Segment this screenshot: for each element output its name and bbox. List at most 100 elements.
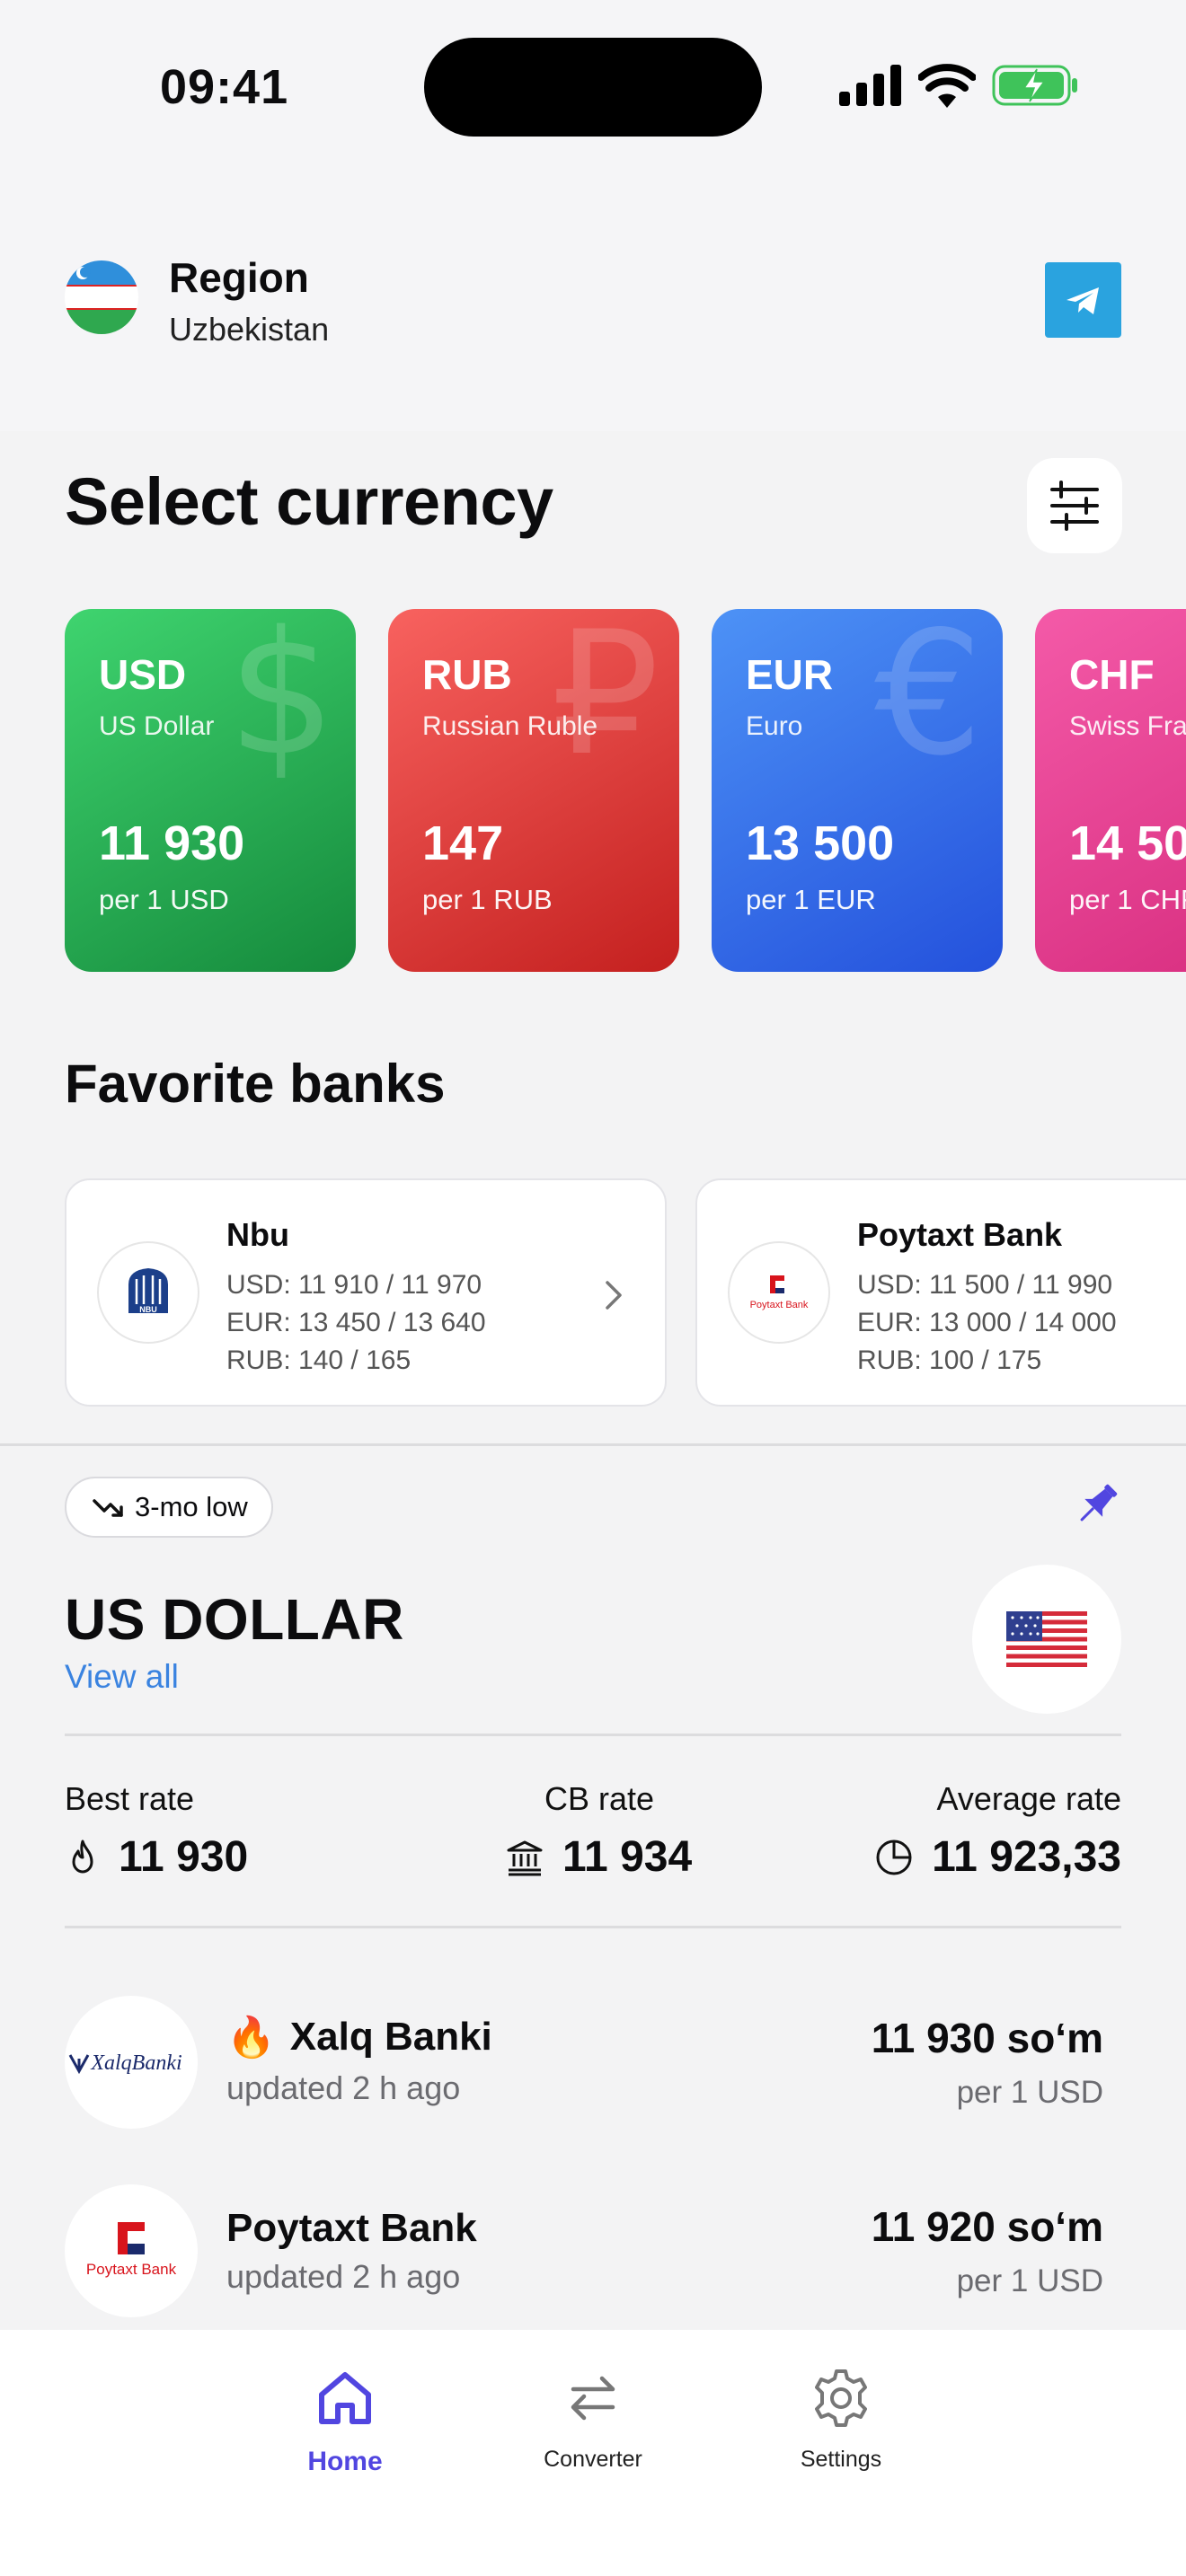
currency-name: US Dollar: [99, 711, 215, 741]
currency-rate: 14 500: [1069, 816, 1186, 870]
currency-name: Russian Ruble: [422, 711, 598, 741]
svg-text:Poytaxt Bank: Poytaxt Bank: [86, 2261, 177, 2278]
bank-rate-per: per 1 USD: [956, 2075, 1103, 2110]
euro-symbol-icon: €: [874, 609, 983, 793]
currency-per: per 1 CHF: [1069, 884, 1186, 915]
bank-row-name[interactable]: 🔥 Xalq Banki: [226, 2014, 492, 2060]
bank-building-icon: [507, 1840, 543, 1875]
trend-badge: 3-mo low: [65, 1477, 273, 1538]
bank-name: Xalq Banki: [289, 2015, 492, 2059]
cb-rate-number: 11 934: [562, 1833, 693, 1881]
best-rate-number: 11 930: [119, 1833, 249, 1881]
bank-updated: updated 2 h ago: [226, 2258, 461, 2295]
poytaxt-bank-logo: Poytaxt Bank: [728, 1241, 830, 1344]
best-rate-label: Best rate: [65, 1780, 195, 1817]
currency-code: RUB: [422, 651, 512, 698]
tab-settings[interactable]: Settings: [751, 2366, 931, 2492]
svg-text:XalqBanki: XalqBanki: [90, 2051, 181, 2075]
fire-icon: 🔥: [226, 2016, 276, 2060]
svg-text:NBU: NBU: [139, 1305, 157, 1314]
nbu-logo: NBU: [97, 1241, 199, 1344]
currency-per: per 1 EUR: [746, 884, 876, 915]
ruble-symbol-icon: ₽: [551, 609, 659, 793]
chevron-right-icon[interactable]: [604, 1277, 625, 1313]
swap-arrows-icon: [571, 2376, 615, 2421]
tab-bar: Home Converter Settings: [0, 2330, 1186, 2576]
currency-per: per 1 USD: [99, 884, 229, 915]
cb-rate-value: 11 934: [505, 1832, 692, 1882]
trend-down-icon: [93, 1499, 123, 1517]
region-value[interactable]: Uzbekistan: [169, 311, 329, 348]
favorite-bank-card-poytaxt[interactable]: Poytaxt Bank Poytaxt Bank USD: 11 500 / …: [695, 1178, 1186, 1407]
bank-updated: updated 2 h ago: [226, 2069, 461, 2106]
currency-section-title: US DOLLAR: [65, 1587, 404, 1652]
telegram-button[interactable]: [1045, 262, 1121, 338]
average-rate-label: Average rate: [936, 1780, 1121, 1817]
cellular-signal-icon: [839, 65, 901, 106]
wifi-icon: [918, 64, 976, 108]
svg-text:Poytaxt Bank: Poytaxt Bank: [750, 1300, 809, 1310]
region-label[interactable]: Region: [169, 253, 309, 302]
sliders-icon: [1050, 481, 1099, 531]
favorites-title: Favorite banks: [65, 1054, 446, 1114]
bank-eur-rate: EUR: 13 000 / 14 000: [857, 1308, 1117, 1337]
currency-rate: 13 500: [746, 816, 895, 870]
dynamic-island: [424, 38, 762, 137]
currency-card-rub[interactable]: ₽ RUB Russian Ruble 147 per 1 RUB: [388, 609, 679, 972]
region-header: Region Uzbekistan: [0, 171, 1186, 431]
filter-button[interactable]: [1027, 458, 1122, 553]
status-time: 09:41: [160, 60, 289, 114]
trend-badge-label: 3-mo low: [135, 1491, 248, 1522]
average-rate-value: 11 923,33: [874, 1832, 1121, 1882]
view-all-link[interactable]: View all: [65, 1658, 179, 1696]
bank-rub-rate: RUB: 140 / 165: [226, 1345, 412, 1375]
bank-rub-rate: RUB: 100 / 175: [857, 1345, 1042, 1375]
bank-eur-rate: EUR: 13 450 / 13 640: [226, 1308, 486, 1337]
favorite-banks-carousel[interactable]: NBU Nbu USD: 11 910 / 11 970 EUR: 13 450…: [0, 1178, 1186, 1408]
bank-row-name[interactable]: Poytaxt Bank: [226, 2206, 477, 2251]
currency-code: USD: [99, 651, 187, 698]
bank-usd-rate: USD: 11 500 / 11 990: [857, 1270, 1113, 1300]
tab-home-label: Home: [307, 2447, 383, 2476]
dollar-symbol-icon: $: [227, 609, 336, 793]
gear-icon: [815, 2369, 867, 2427]
currency-rate: 147: [422, 816, 504, 870]
best-rate-value: 11 930: [65, 1832, 248, 1882]
bank-name: Nbu: [226, 1216, 289, 1253]
battery-charging-icon: [992, 65, 1077, 106]
bank-name: Poytaxt Bank: [226, 2206, 477, 2250]
currency-card-usd[interactable]: $ USD US Dollar 11 930 per 1 USD: [65, 609, 356, 972]
currency-carousel[interactable]: $ USD US Dollar 11 930 per 1 USD ₽ RUB R…: [0, 609, 1186, 972]
average-rate-number: 11 923,33: [932, 1833, 1121, 1881]
bank-rate-amount: 11 920 so‘m: [871, 2203, 1103, 2250]
bank-rate-amount: 11 930 so‘m: [871, 2015, 1103, 2061]
tab-converter-label: Converter: [544, 2447, 642, 2472]
currency-name: Euro: [746, 711, 803, 741]
uzbekistan-flag-icon[interactable]: [65, 260, 138, 334]
telegram-icon: [1067, 287, 1099, 314]
divider: [65, 1926, 1121, 1928]
tab-settings-label: Settings: [800, 2447, 882, 2472]
currency-card-eur[interactable]: € EUR Euro 13 500 per 1 EUR: [712, 609, 1003, 972]
bank-rate-per: per 1 USD: [956, 2263, 1103, 2298]
flame-icon: [72, 1839, 93, 1873]
currency-rate: 11 930: [99, 816, 245, 870]
status-bar: 09:41: [0, 0, 1186, 171]
pie-chart-icon: [876, 1839, 912, 1875]
bank-usd-rate: USD: 11 910 / 11 970: [226, 1270, 482, 1300]
us-flag-icon: [972, 1565, 1121, 1714]
poytaxt-bank-logo: Poytaxt Bank: [65, 2184, 198, 2317]
currency-card-chf[interactable]: ₣ CHF Swiss Franc 14 500 per 1 CHF: [1035, 609, 1186, 972]
tab-converter[interactable]: Converter: [503, 2366, 683, 2492]
currency-code: CHF: [1069, 651, 1155, 698]
bank-name: Poytaxt Bank: [857, 1216, 1063, 1253]
favorite-bank-card-nbu[interactable]: NBU Nbu USD: 11 910 / 11 970 EUR: 13 450…: [65, 1178, 667, 1407]
currency-code: EUR: [746, 651, 834, 698]
currency-name: Swiss Franc: [1069, 711, 1186, 741]
tab-home[interactable]: Home: [255, 2366, 435, 2492]
divider: [65, 1734, 1121, 1736]
section-divider: [0, 1443, 1186, 1446]
pin-icon[interactable]: [1069, 1478, 1123, 1532]
home-icon: [319, 2372, 371, 2424]
page-title: Select currency: [65, 464, 553, 539]
